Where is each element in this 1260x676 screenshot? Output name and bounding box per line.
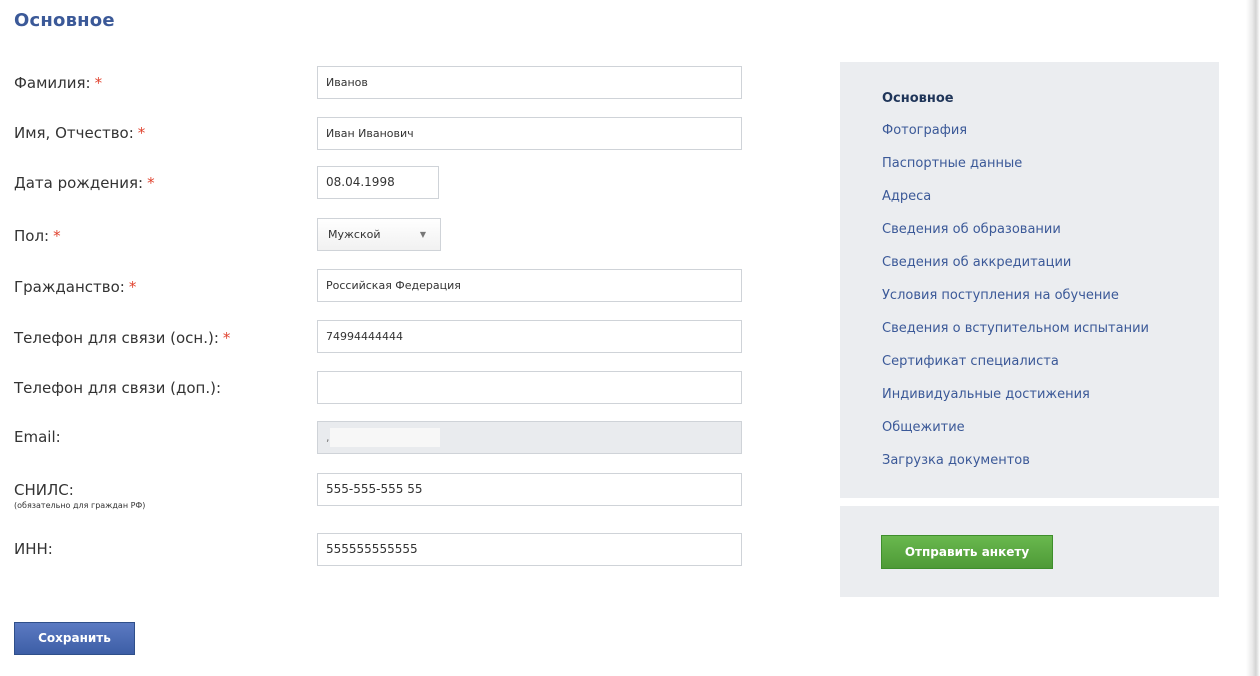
- nav-item-admission-terms[interactable]: Условия поступления на обучение: [882, 288, 1119, 303]
- birth-date-label-text: Дата рождения:: [14, 174, 144, 192]
- nav-item-upload-documents[interactable]: Загрузка документов: [882, 453, 1030, 468]
- window-edge-shadow: [1246, 0, 1260, 676]
- phone-main-label-text: Телефон для связи (осн.):: [14, 329, 219, 347]
- submit-application-button[interactable]: Отправить анкету: [881, 535, 1053, 569]
- gender-select[interactable]: Мужской ▼: [317, 218, 441, 251]
- required-marker: *: [147, 174, 155, 192]
- required-marker: *: [53, 227, 61, 245]
- nav-item-accreditation[interactable]: Сведения об аккредитации: [882, 255, 1071, 270]
- email-field: ,: [317, 421, 742, 454]
- required-marker: *: [137, 124, 146, 142]
- birth-date-field[interactable]: 08.04.1998: [317, 166, 439, 199]
- snils-note: (обязательно для граждан РФ): [14, 501, 146, 510]
- citizenship-label-text: Гражданство:: [14, 278, 125, 296]
- citizenship-field[interactable]: Российская Федерация: [317, 269, 742, 302]
- phone-extra-field[interactable]: [317, 371, 742, 404]
- nav-item-main[interactable]: Основное: [882, 91, 954, 106]
- nav-item-entrance-exam[interactable]: Сведения о вступительном испытании: [882, 321, 1149, 336]
- gender-label: Пол: *: [14, 227, 61, 245]
- nav-item-specialist-certificate[interactable]: Сертификат специалиста: [882, 354, 1059, 369]
- email-value: ,: [326, 431, 330, 444]
- nav-item-dormitory[interactable]: Общежитие: [882, 420, 965, 435]
- nav-item-addresses[interactable]: Адреса: [882, 189, 931, 204]
- phone-extra-label: Телефон для связи (доп.):: [14, 379, 222, 397]
- email-redaction: [330, 428, 440, 447]
- section-title: Основное: [14, 10, 115, 31]
- birth-date-label: Дата рождения: *: [14, 174, 155, 192]
- section-nav: Основное Фотография Паспортные данные Ад…: [840, 62, 1219, 498]
- first-middle-name-label: Имя, Отчество: *: [14, 124, 145, 142]
- nav-item-education[interactable]: Сведения об образовании: [882, 222, 1061, 237]
- gender-label-text: Пол:: [14, 227, 50, 245]
- required-marker: *: [128, 278, 137, 296]
- required-marker: *: [94, 74, 103, 92]
- last-name-label: Фамилия: *: [14, 74, 102, 92]
- submit-panel: Отправить анкету: [840, 506, 1219, 597]
- nav-item-photo[interactable]: Фотография: [882, 123, 967, 138]
- phone-main-label: Телефон для связи (осн.): *: [14, 329, 230, 347]
- snils-field[interactable]: 555-555-555 55: [317, 473, 742, 506]
- inn-label: ИНН:: [14, 540, 53, 558]
- citizenship-label: Гражданство: *: [14, 278, 136, 296]
- snils-label: СНИЛС:: [14, 481, 74, 499]
- nav-item-passport[interactable]: Паспортные данные: [882, 156, 1022, 171]
- required-marker: *: [222, 329, 231, 347]
- triangle-down-icon: ▼: [419, 230, 426, 239]
- last-name-label-text: Фамилия:: [14, 74, 91, 92]
- last-name-field[interactable]: Иванов: [317, 66, 742, 99]
- application-form-page: Основное Фамилия: * Иванов Имя, Отчество:…: [0, 0, 1260, 676]
- inn-field[interactable]: 555555555555: [317, 533, 742, 566]
- email-label: Email:: [14, 428, 61, 446]
- first-middle-name-label-text: Имя, Отчество:: [14, 124, 134, 142]
- save-button[interactable]: Сохранить: [14, 622, 135, 655]
- phone-main-field[interactable]: 74994444444: [317, 320, 742, 353]
- first-middle-name-field[interactable]: Иван Иванович: [317, 117, 742, 150]
- nav-item-achievements[interactable]: Индивидуальные достижения: [882, 387, 1090, 402]
- gender-select-value: Мужской: [328, 228, 381, 241]
